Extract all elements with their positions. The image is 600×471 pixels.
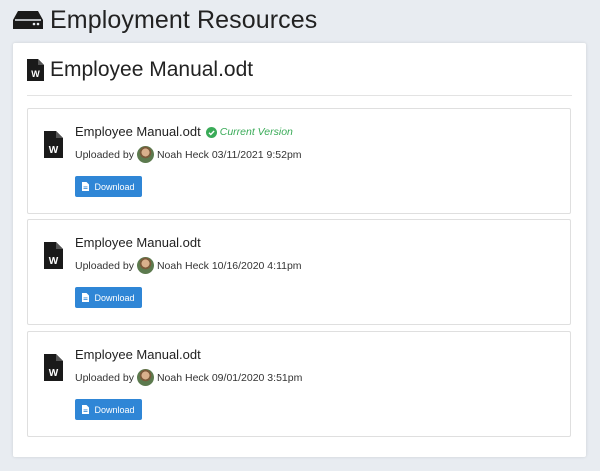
current-version-label: Current Version xyxy=(219,125,293,138)
word-file-icon: W xyxy=(44,354,63,381)
current-version-badge: Current Version xyxy=(205,125,293,138)
file-icon xyxy=(82,182,90,191)
avatar xyxy=(136,257,154,274)
document-title: Employee Manual.odt xyxy=(50,58,254,81)
uploaded-by-label: Uploaded by xyxy=(75,371,134,384)
avatar xyxy=(136,369,154,386)
version-filename: Employee Manual.odt Current Version xyxy=(75,124,293,139)
uploader-info: Uploaded by Noah Heck 03/11/2021 9:52pm xyxy=(75,146,302,163)
version-item: W Employee Manual.odt Current Version Up… xyxy=(27,108,571,214)
document-card: W Employee Manual.odt W Employee Manual.… xyxy=(13,43,586,457)
uploader-name: Noah Heck xyxy=(156,148,209,161)
page-title: Employment Resources xyxy=(50,5,318,34)
uploader-info: Uploaded by Noah Heck 10/16/2020 4:11pm xyxy=(75,257,302,274)
download-button[interactable]: Download xyxy=(75,176,142,197)
filename-text: Employee Manual.odt xyxy=(75,347,201,362)
upload-datetime: 03/11/2021 9:52pm xyxy=(211,148,302,161)
download-button[interactable]: Download xyxy=(75,287,142,308)
svg-text:W: W xyxy=(31,69,40,79)
download-label: Download xyxy=(94,181,135,192)
word-file-icon: W xyxy=(44,242,63,269)
version-item: W Employee Manual.odt Uploaded by Noah H… xyxy=(27,331,571,437)
page-header: Employment Resources xyxy=(12,4,317,36)
svg-text:W: W xyxy=(49,256,59,267)
version-item: W Employee Manual.odt Uploaded by Noah H… xyxy=(27,219,571,325)
upload-datetime: 09/01/2020 3:51pm xyxy=(211,371,303,384)
download-label: Download xyxy=(94,404,135,415)
version-filename: Employee Manual.odt xyxy=(75,347,201,362)
uploaded-by-label: Uploaded by xyxy=(75,148,134,161)
version-filename: Employee Manual.odt xyxy=(75,235,201,250)
filename-text: Employee Manual.odt xyxy=(75,124,201,139)
check-circle-icon xyxy=(205,126,217,138)
download-label: Download xyxy=(94,292,135,303)
uploaded-by-label: Uploaded by xyxy=(75,259,134,272)
download-button[interactable]: Download xyxy=(75,399,142,420)
word-file-icon: W xyxy=(44,131,63,158)
upload-datetime: 10/16/2020 4:11pm xyxy=(211,259,302,272)
uploader-name: Noah Heck xyxy=(156,259,209,272)
svg-text:W: W xyxy=(49,145,59,156)
hdd-icon xyxy=(12,9,44,31)
file-icon xyxy=(82,293,90,302)
avatar xyxy=(136,146,154,163)
uploader-name: Noah Heck xyxy=(156,371,209,384)
word-file-icon: W xyxy=(27,59,44,81)
file-icon xyxy=(82,405,90,414)
filename-text: Employee Manual.odt xyxy=(75,235,201,250)
uploader-info: Uploaded by Noah Heck 09/01/2020 3:51pm xyxy=(75,369,302,386)
svg-text:W: W xyxy=(49,368,59,379)
document-header: W Employee Manual.odt xyxy=(27,57,572,96)
